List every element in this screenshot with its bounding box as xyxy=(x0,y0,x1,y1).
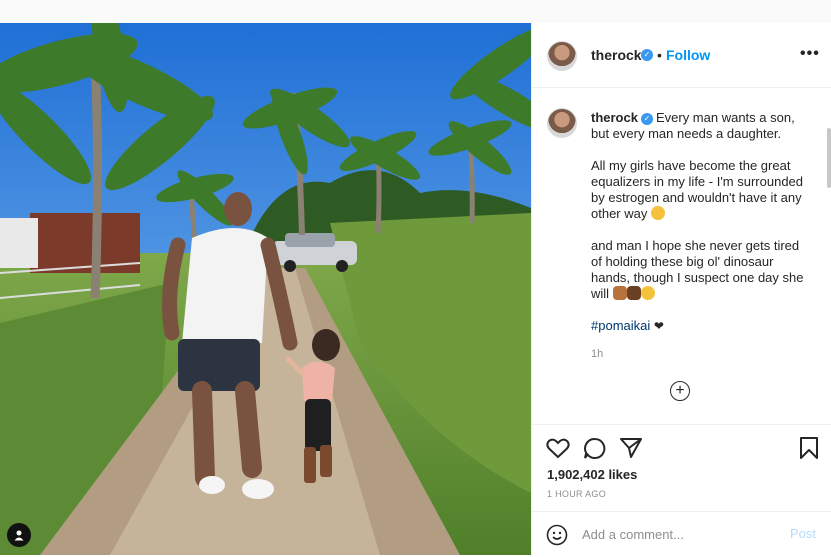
smiling-face-emoji-icon xyxy=(651,206,665,220)
hashtag-link[interactable]: #pomaikai xyxy=(591,318,650,333)
caption-area: therock ✓ Every man wants a son, but every… xyxy=(532,88,831,424)
post-actions: 1,902,402 likes 1 HOUR AGO Post xyxy=(532,424,831,556)
like-heart-icon[interactable] xyxy=(546,437,570,464)
save-bookmark-icon[interactable] xyxy=(799,437,819,464)
comment-bubble-icon[interactable] xyxy=(583,437,607,464)
posted-timestamp: 1 HOUR AGO xyxy=(547,489,607,499)
emoji-picker-icon[interactable] xyxy=(546,524,568,551)
user-tag-icon[interactable] xyxy=(7,523,31,547)
caption-avatar[interactable] xyxy=(547,108,577,138)
caption-text: therock ✓ Every man wants a son, but every… xyxy=(591,110,813,350)
dinosaur-emoji-icon xyxy=(612,286,627,300)
caption-time-ago: 1h xyxy=(591,348,604,360)
top-strip xyxy=(0,0,831,23)
more-options-icon[interactable]: ••• xyxy=(800,45,820,63)
author-username[interactable]: therock xyxy=(591,47,642,63)
photo-illustration xyxy=(0,23,531,555)
caption-verified-badge-icon: ✓ xyxy=(640,113,653,125)
post-side-panel: therock ✓ • Follow ••• therock ✓ Every man… xyxy=(531,23,831,555)
post-comment-button[interactable]: Post xyxy=(790,526,816,541)
comment-input[interactable] xyxy=(582,524,772,544)
author-avatar[interactable] xyxy=(547,41,577,71)
caption-username[interactable]: therock xyxy=(591,110,638,125)
caption-paragraph-2: All my girls have become the great equal… xyxy=(591,158,804,221)
follow-button[interactable]: Follow xyxy=(666,47,710,63)
share-paper-plane-icon[interactable] xyxy=(619,437,643,464)
smiling-face-emoji-icon-2 xyxy=(640,286,655,300)
post-photo[interactable] xyxy=(0,23,531,555)
load-more-comments-icon[interactable]: + xyxy=(670,381,690,401)
caption-scrollbar[interactable] xyxy=(827,128,831,188)
black-heart-icon: ❤ xyxy=(653,319,664,333)
verified-badge-icon: ✓ xyxy=(641,49,653,61)
post-header: therock ✓ • Follow ••• xyxy=(532,23,831,88)
post-modal: therock ✓ • Follow ••• therock ✓ Every man… xyxy=(0,23,831,555)
likes-count[interactable]: 1,902,402 likes xyxy=(547,467,637,482)
hand-emoji-icon xyxy=(626,286,641,300)
separator-dot: • xyxy=(657,47,662,63)
comment-composer: Post xyxy=(532,511,831,557)
